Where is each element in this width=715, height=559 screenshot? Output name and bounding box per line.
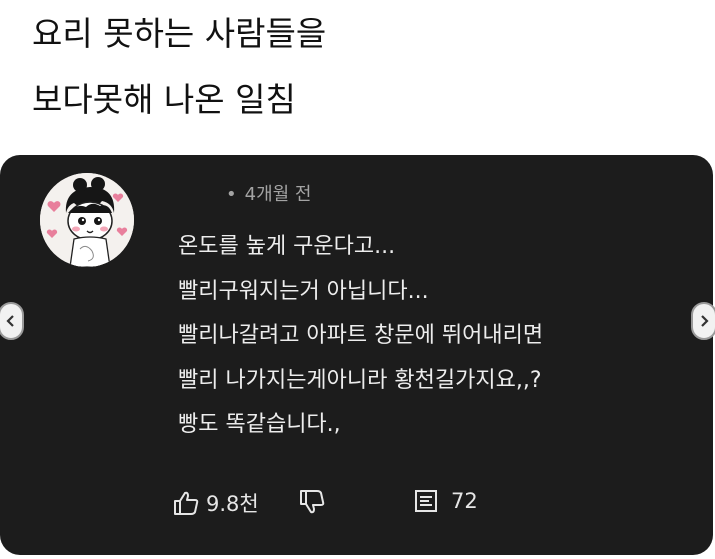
comment-line: 빵도 똑같습니다.,	[178, 412, 341, 437]
thumbs-down-icon	[300, 490, 325, 514]
comment-line: 빨리구워지는거 아닙니다...	[178, 278, 429, 304]
comment-actions: 9.8천 72	[0, 485, 713, 525]
prev-button[interactable]	[0, 302, 24, 340]
headline-line-2: 보다못해 나온 일침	[32, 80, 296, 119]
comment-timestamp: • 4개월 전	[226, 180, 311, 206]
dislike-button[interactable]	[298, 488, 326, 516]
comment-card: • 4개월 전 온도를 높게 구운다고... 빨리구워지는거 아닙니다... 빨리…	[0, 155, 713, 555]
headline-line-1: 요리 못하는 사람들을	[32, 14, 327, 53]
timestamp-text: 4개월 전	[244, 184, 312, 205]
reply-icon	[415, 490, 437, 512]
avatar-illustration	[40, 173, 134, 267]
comment-line: 빨리 나가지는게아니라 황천길가지요,,?	[178, 367, 542, 393]
next-button[interactable]	[691, 302, 715, 340]
avatar[interactable]	[40, 173, 134, 267]
like-button[interactable]: 9.8천	[172, 488, 259, 518]
reply-count: 72	[451, 489, 478, 513]
comment-body: 온도를 높게 구운다고... 빨리구워지는거 아닙니다... 빨리나갈려고 아파…	[178, 225, 543, 448]
comment-line: 빨리나갈려고 아파트 창문에 뛰어내리면	[178, 323, 544, 348]
meta-dot: •	[226, 184, 237, 205]
like-count: 9.8천	[206, 492, 259, 516]
thumbs-up-icon	[174, 491, 199, 515]
chevron-left-icon	[6, 315, 14, 327]
chevron-right-icon	[701, 315, 709, 327]
comment-line: 온도를 높게 구운다고...	[178, 234, 396, 259]
reply-button[interactable]: 72	[413, 488, 478, 514]
